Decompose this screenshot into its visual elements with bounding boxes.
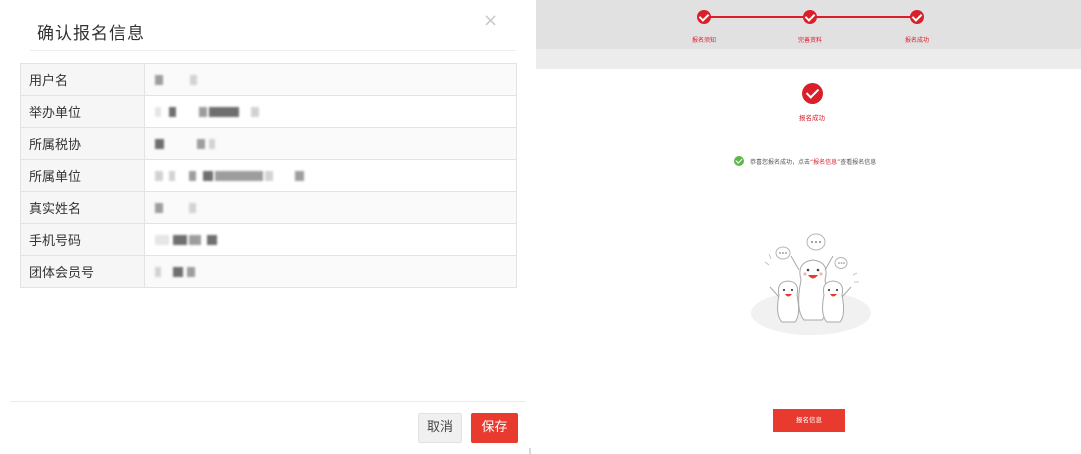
- step-label: 报名须知: [691, 37, 716, 44]
- table-row: 所属税协: [20, 127, 517, 160]
- success-status: 报名成功: [799, 114, 825, 122]
- step-check-icon: [697, 10, 711, 24]
- cancel-button[interactable]: 取消: [418, 413, 462, 443]
- green-check-icon: [734, 156, 744, 166]
- field-value-blurred: [144, 191, 517, 224]
- celebration-illustration: [751, 233, 871, 335]
- table-row: 手机号码: [20, 223, 517, 256]
- field-label: 团体会员号: [20, 255, 145, 288]
- field-label: 所属单位: [20, 159, 145, 192]
- page: 确认报名信息 × 用户名 举办单位 所属税协 所属单位 真实姓名 手机号码 团体…: [0, 0, 1081, 454]
- field-label: 手机号码: [20, 223, 145, 256]
- notice-text-suffix: 查看报名信息: [840, 158, 877, 166]
- field-value-blurred: [144, 159, 517, 192]
- field-label: 举办单位: [20, 95, 145, 128]
- field-value-blurred: [144, 255, 517, 288]
- confirm-modal: 确认报名信息 × 用户名 举办单位 所属税协 所属单位 真实姓名 手机号码 团体…: [0, 0, 531, 454]
- save-button[interactable]: 保存: [471, 413, 518, 443]
- step-connector: [710, 16, 810, 18]
- field-value-blurred: [144, 63, 517, 96]
- table-row: 所属单位: [20, 159, 517, 192]
- table-row: 举办单位: [20, 95, 517, 128]
- table-row: 用户名: [20, 63, 517, 96]
- close-icon[interactable]: ×: [483, 12, 498, 30]
- title-divider: [30, 50, 516, 51]
- notice-text: 恭喜您报名成功，点击: [750, 158, 811, 166]
- field-label: 用户名: [20, 63, 145, 96]
- info-table: 用户名 举办单位 所属税协 所属单位 真实姓名 手机号码 团体会员号: [20, 63, 517, 288]
- field-value-blurred: [144, 223, 517, 256]
- table-row: 真实姓名: [20, 191, 517, 224]
- field-label: 真实姓名: [20, 191, 145, 224]
- step-check-icon: [803, 10, 817, 24]
- step-label: 报名成功: [904, 37, 929, 44]
- progress-steps: 报名须知 完善资料 报名成功: [536, 0, 1081, 49]
- footer-divider: [10, 401, 526, 402]
- field-value-blurred: [144, 95, 517, 128]
- success-notice: 恭喜您报名成功，点击 “报名信息” 查看报名信息: [734, 155, 876, 167]
- field-value-blurred: [144, 127, 517, 160]
- divider-mark: [529, 448, 531, 454]
- header-band: [536, 49, 1081, 69]
- field-label: 所属税协: [20, 127, 145, 160]
- check-circle-icon: [802, 83, 823, 104]
- table-row: 团体会员号: [20, 255, 517, 288]
- modal-title: 确认报名信息: [37, 24, 145, 44]
- registration-info-button[interactable]: 报名信息: [773, 409, 845, 432]
- step-label: 完善资料: [797, 37, 822, 44]
- success-panel: 报名须知 完善资料 报名成功 报名成功 恭喜您报名成功，点击 “报名信息” 查看…: [536, 0, 1081, 454]
- notice-link[interactable]: “报名信息”: [810, 157, 840, 166]
- step-connector: [816, 16, 918, 18]
- step-check-icon: [910, 10, 924, 24]
